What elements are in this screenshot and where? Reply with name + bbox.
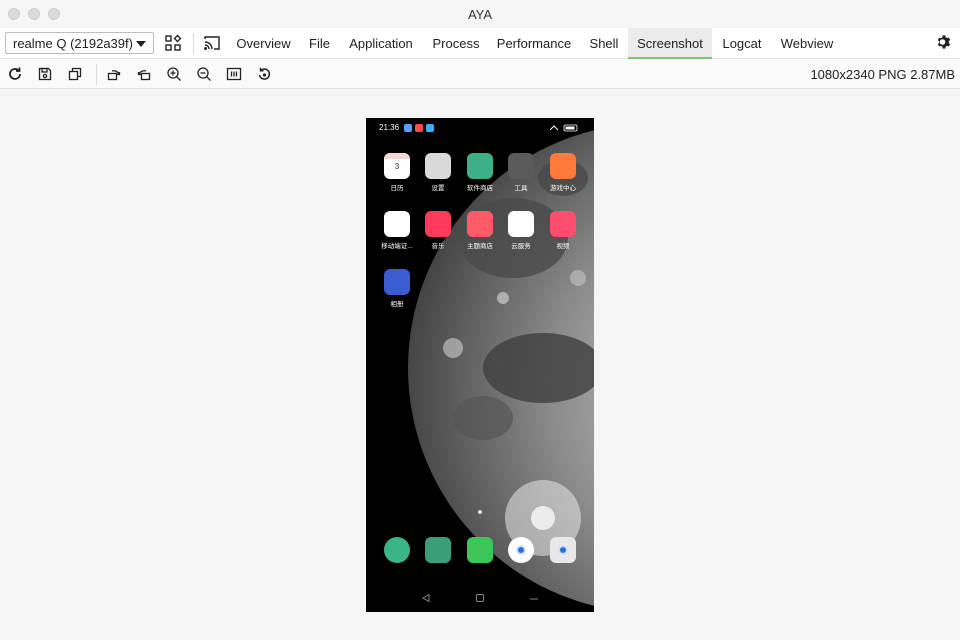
tools-folder-icon: [508, 153, 534, 179]
cloud-service-icon: [508, 211, 534, 237]
refresh-icon[interactable]: [7, 66, 23, 82]
tab-screenshot[interactable]: Screenshot: [628, 28, 712, 59]
app-video[interactable]: 视频: [546, 211, 580, 250]
app-cloud-service[interactable]: 云服务: [504, 211, 538, 250]
app-tools-folder[interactable]: 工具: [504, 153, 538, 192]
home-key-icon[interactable]: [476, 594, 484, 602]
image-info: 1080x2340 PNG 2.87MB: [810, 67, 955, 82]
screenshot-toolbar: 1080x2340 PNG 2.87MB: [0, 59, 960, 89]
device-select[interactable]: realme Q (2192a39f): [5, 32, 154, 54]
mobile-cert-icon: [384, 211, 410, 237]
theme-store-icon: [467, 211, 493, 237]
settings-icon: [425, 153, 451, 179]
notification-icons: [404, 124, 434, 132]
device-screenshot[interactable]: 21:36 3 日历 设置 软件商店 工具 游戏中心移动端证... 音乐 主题商店 云服务 视频相…: [366, 118, 594, 612]
page-indicator: [478, 510, 482, 514]
gear-icon[interactable]: [936, 34, 952, 50]
status-time: 21:36: [379, 123, 400, 132]
copy-icon[interactable]: [67, 66, 83, 82]
camera-icon[interactable]: [550, 537, 576, 563]
save-icon[interactable]: [37, 66, 53, 82]
lens-dot: [516, 545, 526, 555]
fit-icon[interactable]: [226, 66, 242, 82]
nav-bar: realme Q (2192a39f) Overview File Applicat…: [0, 28, 960, 59]
zoom-in-icon[interactable]: [166, 66, 182, 82]
app-label: 移动端证...: [381, 243, 413, 250]
tab-logcat[interactable]: Logcat: [714, 28, 770, 59]
messages-icon[interactable]: [425, 537, 451, 563]
app-label: 工具: [514, 185, 528, 192]
tab-shell[interactable]: Shell: [585, 28, 623, 59]
chevron-down-icon: [136, 41, 146, 47]
tab-overview[interactable]: Overview: [228, 28, 299, 59]
app-label: 视频: [556, 243, 570, 250]
tab-application[interactable]: Application: [341, 28, 421, 59]
music-icon: [425, 211, 451, 237]
tab-file[interactable]: File: [302, 28, 337, 59]
app-label: 日历: [390, 185, 404, 192]
rotate-left-icon[interactable]: [106, 66, 122, 82]
app-calendar[interactable]: 3 日历: [380, 153, 414, 192]
app-label: 音乐: [431, 243, 445, 250]
tab-process[interactable]: Process: [426, 28, 486, 59]
video-icon: [550, 211, 576, 237]
cast-screen-icon[interactable]: [203, 34, 221, 52]
recents-key-icon[interactable]: [530, 597, 538, 601]
browser-icon[interactable]: [508, 537, 534, 563]
device-select-value: realme Q (2192a39f): [13, 36, 133, 51]
app-game-center[interactable]: 游戏中心: [546, 153, 580, 192]
calendar-header: [384, 153, 410, 159]
reset-icon[interactable]: [256, 66, 272, 82]
album-icon: [384, 269, 410, 295]
divider: [96, 64, 97, 85]
app-label: 相册: [390, 301, 404, 308]
back-key-icon[interactable]: [422, 594, 430, 602]
phone-icon[interactable]: [384, 537, 410, 563]
apps-grid-icon[interactable]: [164, 34, 182, 52]
rotate-right-icon[interactable]: [136, 66, 152, 82]
app-label: 主题商店: [467, 243, 493, 250]
divider: [193, 33, 194, 54]
tab-performance[interactable]: Performance: [490, 28, 578, 59]
title-bar: AYA: [0, 0, 960, 28]
app-music[interactable]: 音乐: [421, 211, 455, 250]
battery-wifi-icon: [550, 124, 578, 132]
app-store[interactable]: 软件商店: [463, 153, 497, 192]
app-settings[interactable]: 设置: [421, 153, 455, 192]
app-album[interactable]: 相册: [380, 269, 414, 308]
game-center-icon: [550, 153, 576, 179]
app-mobile-cert[interactable]: 移动端证...: [380, 211, 414, 250]
app-label: 设置: [431, 185, 445, 192]
zoom-out-icon[interactable]: [196, 66, 212, 82]
app-theme-store[interactable]: 主题商店: [463, 211, 497, 250]
app-label: 软件商店: [467, 185, 493, 192]
app-label: 游戏中心: [550, 185, 576, 192]
calendar-icon: 3: [384, 153, 410, 179]
lens-dot: [558, 545, 568, 555]
window-title: AYA: [467, 7, 493, 22]
calendar-day: 3: [394, 162, 400, 171]
store-icon: [467, 153, 493, 179]
tab-webview[interactable]: Webview: [773, 28, 841, 59]
app-label: 云服务: [511, 243, 531, 250]
wechat-icon[interactable]: [467, 537, 493, 563]
